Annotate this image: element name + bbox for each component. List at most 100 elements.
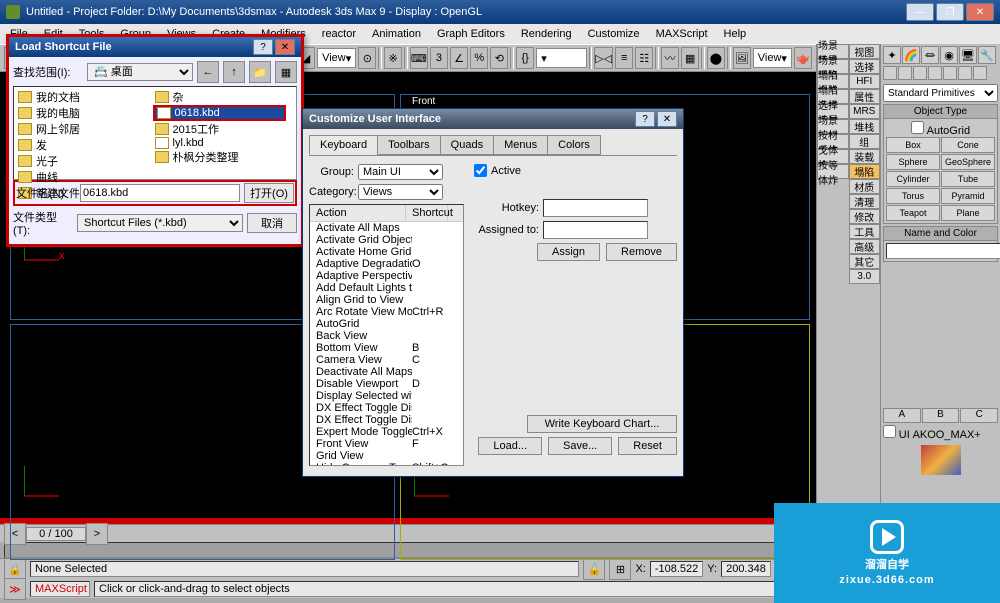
manipulate-icon[interactable]: ※ <box>384 47 402 69</box>
action-item[interactable]: Grid View <box>310 450 463 462</box>
action-item[interactable]: Deactivate All Maps <box>310 366 463 378</box>
hotkey-input[interactable] <box>543 199 648 217</box>
ui-checkbox[interactable] <box>883 425 896 438</box>
helper-icon[interactable] <box>943 66 957 80</box>
shape-icon[interactable] <box>898 66 912 80</box>
lock-selection-icon[interactable]: 🔓 <box>583 558 605 580</box>
create-tab-icon[interactable]: ✦ <box>883 46 901 64</box>
lock-icon[interactable]: 🔒 <box>4 558 26 580</box>
abc-a[interactable]: A <box>883 408 921 423</box>
utility-tab-icon[interactable]: 🔧 <box>978 46 996 64</box>
percentsnap-icon[interactable]: % <box>470 47 488 69</box>
rollout-namecolor[interactable]: Name and Color <box>884 227 997 241</box>
motion-tab-icon[interactable]: ◉ <box>940 46 958 64</box>
category-select[interactable]: Views <box>358 184 443 200</box>
dialog-help-button[interactable]: ? <box>253 39 273 55</box>
action-item[interactable]: Hide Cameras ToggleShift+C <box>310 462 463 466</box>
tab-toolbars[interactable]: Toolbars <box>377 135 441 155</box>
absolute-icon[interactable]: ⊞ <box>609 558 631 580</box>
primitive-dropdown[interactable]: Standard Primitives <box>883 84 998 102</box>
cam-icon[interactable] <box>928 66 942 80</box>
anglesnap-icon[interactable]: ∠ <box>450 47 468 69</box>
display-tab-icon[interactable]: 🖥 <box>959 46 977 64</box>
sphere-button[interactable]: Sphere <box>886 154 940 170</box>
cui-close-button[interactable]: ✕ <box>657 111 677 127</box>
menu-rendering[interactable]: Rendering <box>515 26 578 42</box>
load-button[interactable]: Load... <box>478 437 542 455</box>
action-item[interactable]: Add Default Lights to S... <box>310 282 463 294</box>
refcoord-select[interactable]: View ▾ <box>317 48 356 68</box>
save-button[interactable]: Save... <box>548 437 612 455</box>
cone-button[interactable]: Cone <box>941 137 995 153</box>
side-btn[interactable]: 视图 <box>849 44 881 59</box>
action-item[interactable]: Align Grid to View <box>310 294 463 306</box>
action-item[interactable]: Disable ViewportD <box>310 378 463 390</box>
center-icon[interactable]: ⊙ <box>358 47 376 69</box>
geosphere-button[interactable]: GeoSphere <box>941 154 995 170</box>
plane-button[interactable]: Plane <box>941 205 995 221</box>
tab-keyboard[interactable]: Keyboard <box>309 135 378 155</box>
render-icon[interactable]: 🖼 <box>733 47 751 69</box>
autogrid-checkbox[interactable] <box>911 121 924 134</box>
action-item[interactable]: Activate Home Grid <box>310 246 463 258</box>
teapot-button[interactable]: Teapot <box>886 205 940 221</box>
writechart-button[interactable]: Write Keyboard Chart... <box>527 415 677 433</box>
menu-reactor[interactable]: reactor <box>316 26 362 42</box>
sys-icon[interactable] <box>973 66 987 80</box>
up-icon[interactable]: ↑ <box>223 61 245 83</box>
cui-help-button[interactable]: ? <box>635 111 655 127</box>
schematic-icon[interactable]: ▦ <box>681 47 699 69</box>
snap-icon[interactable]: 3 <box>430 47 448 69</box>
y-field[interactable]: 200.348 <box>721 561 771 577</box>
lookin-select[interactable]: 📇 桌面 <box>87 63 193 81</box>
action-item[interactable]: DX Effect Toggle Display <box>310 402 463 414</box>
abc-c[interactable]: C <box>960 408 998 423</box>
rendertype-select[interactable]: View ▾ <box>753 48 792 68</box>
selset-select[interactable]: ▾ <box>536 48 586 68</box>
box-button[interactable]: Box <box>886 137 940 153</box>
action-item[interactable]: Adaptive Perspective G... <box>310 270 463 282</box>
align-icon[interactable]: ≡ <box>615 47 633 69</box>
file-list[interactable]: 我的文档 我的电脑 网上邻居 发 光子 曲线 新建文件夹 杂 0618.kbd … <box>13 86 297 180</box>
back-icon[interactable]: ← <box>197 61 219 83</box>
rollout-objtype[interactable]: Object Type <box>884 105 997 119</box>
nameselset-icon[interactable]: {} <box>516 47 534 69</box>
layers-icon[interactable]: ☷ <box>635 47 653 69</box>
filetype-select[interactable]: Shortcut Files (*.kbd) <box>77 214 243 232</box>
cylinder-button[interactable]: Cylinder <box>886 171 940 187</box>
modify-tab-icon[interactable]: 🌈 <box>902 46 920 64</box>
torus-button[interactable]: Torus <box>886 188 940 204</box>
tab-menus[interactable]: Menus <box>493 135 548 155</box>
action-item[interactable]: Camera ViewC <box>310 354 463 366</box>
action-item[interactable]: Expert Mode ToggleCtrl+X <box>310 426 463 438</box>
dialog-close-button[interactable]: ✕ <box>275 39 295 55</box>
group-select[interactable]: Main UI <box>358 164 443 180</box>
quickrender-icon[interactable]: 🫖 <box>794 47 812 69</box>
remove-button[interactable]: Remove <box>606 243 677 261</box>
menu-animation[interactable]: Animation <box>366 26 427 42</box>
action-item[interactable]: Front ViewF <box>310 438 463 450</box>
object-name-input[interactable] <box>886 243 1000 259</box>
action-item[interactable]: Adaptive Degradation T...O <box>310 258 463 270</box>
x-field[interactable]: -108.522 <box>650 561 703 577</box>
menu-customize[interactable]: Customize <box>582 26 646 42</box>
action-item[interactable]: AutoGrid <box>310 318 463 330</box>
hierarchy-tab-icon[interactable]: ⏛ <box>921 46 939 64</box>
viewmenu-icon[interactable]: ▦ <box>275 61 297 83</box>
pyramid-button[interactable]: Pyramid <box>941 188 995 204</box>
action-item[interactable]: Back View <box>310 330 463 342</box>
filename-input[interactable] <box>80 184 240 202</box>
keymode-icon[interactable]: ⌨ <box>410 47 428 69</box>
newfolder-icon[interactable]: 📁 <box>249 61 271 83</box>
maxscript-expand-icon[interactable]: ≫ <box>4 578 26 600</box>
active-checkbox[interactable] <box>474 164 487 177</box>
menu-help[interactable]: Help <box>718 26 753 42</box>
maxscript-label[interactable]: MAXScript <box>30 581 90 597</box>
minimize-button[interactable]: — <box>906 3 934 21</box>
action-item[interactable]: Display Selected with E... <box>310 390 463 402</box>
curveeditor-icon[interactable]: 〰 <box>661 47 679 69</box>
space-icon[interactable] <box>958 66 972 80</box>
action-item[interactable]: Activate All Maps <box>310 222 463 234</box>
action-list[interactable]: ActionShortcut Activate All MapsActivate… <box>309 204 464 466</box>
cancel-button[interactable]: 取消 <box>247 213 297 233</box>
